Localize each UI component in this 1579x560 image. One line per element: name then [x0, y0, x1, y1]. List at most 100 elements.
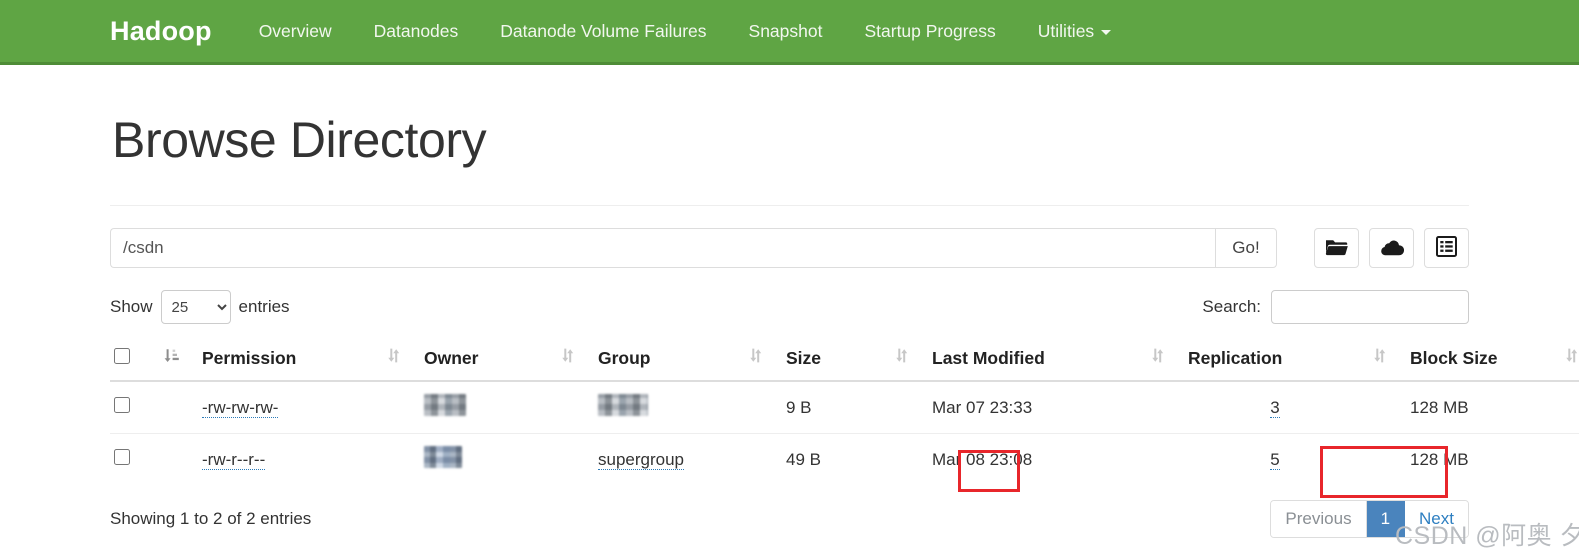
- header-replication[interactable]: Replication: [1184, 338, 1366, 382]
- row-spacer-cell: [554, 433, 594, 485]
- files-table-body: -rw-rw-rw- 9 B Mar 07 23:33 3 128 MB -rw…: [110, 380, 1579, 485]
- upload-files-button[interactable]: [1369, 228, 1414, 268]
- block-size-cell: 128 MB: [1406, 380, 1558, 434]
- sort-group-icon-cell[interactable]: [554, 338, 594, 382]
- row-select-cell: [110, 380, 158, 434]
- sort-owner-icon-cell[interactable]: [380, 338, 420, 382]
- folder-open-icon: [1325, 237, 1349, 260]
- files-table: Permission Owner Group Size Last Modifie…: [110, 338, 1579, 485]
- header-block-size[interactable]: Block Size: [1406, 338, 1558, 382]
- nav-utilities[interactable]: Utilities: [1017, 21, 1132, 42]
- header-permission[interactable]: Permission: [198, 338, 380, 382]
- group-redacted-block: [598, 394, 648, 416]
- table-controls: Show 25 entries Search:: [110, 290, 1469, 324]
- sort-both-icon[interactable]: [746, 347, 764, 369]
- pagination-next[interactable]: Next: [1405, 501, 1468, 537]
- permission-cell: -rw-r--r--: [198, 433, 380, 485]
- table-row[interactable]: -rw-r--r-- supergroup 49 B Mar 08 23:08 …: [110, 433, 1579, 485]
- permission-value[interactable]: -rw-r--r--: [202, 449, 266, 470]
- table-footer: Showing 1 to 2 of 2 entries Previous 1 N…: [110, 500, 1469, 538]
- group-cell: [594, 380, 742, 434]
- row-spacer-cell: [1144, 380, 1184, 434]
- cloud-upload-icon: [1380, 237, 1404, 260]
- create-directory-button[interactable]: [1314, 228, 1359, 268]
- group-cell: supergroup: [594, 433, 742, 485]
- search-input[interactable]: [1271, 290, 1469, 324]
- search-label: Search:: [1202, 297, 1261, 316]
- cut-paste-button[interactable]: [1424, 228, 1469, 268]
- nav-datanodes[interactable]: Datanodes: [353, 21, 480, 42]
- entries-label: entries: [238, 297, 290, 316]
- path-toolbar: Go!: [110, 228, 1469, 268]
- top-navbar: Hadoop Overview Datanodes Datanode Volum…: [0, 0, 1579, 65]
- table-row[interactable]: -rw-rw-rw- 9 B Mar 07 23:33 3 128 MB: [110, 380, 1579, 434]
- row-spacer-cell: [888, 433, 928, 485]
- path-action-buttons: [1314, 228, 1469, 268]
- row-spacer-cell: [1144, 433, 1184, 485]
- table-header-row: Permission Owner Group Size Last Modifie…: [110, 338, 1579, 382]
- block-size-cell: 128 MB: [1406, 433, 1558, 485]
- row-spacer-cell: [742, 380, 782, 434]
- row-spacer-cell: [1366, 433, 1406, 485]
- row-checkbox[interactable]: [114, 449, 130, 465]
- sort-both-icon[interactable]: [558, 347, 576, 369]
- select-all-checkbox[interactable]: [114, 347, 130, 364]
- owner-redacted-block: [424, 394, 466, 416]
- page-length-control: Show 25 entries: [110, 290, 290, 324]
- row-spacer-cell: [158, 433, 198, 485]
- replication-value[interactable]: 5: [1270, 449, 1280, 470]
- sort-name-icon-cell[interactable]: [1558, 338, 1579, 382]
- header-group[interactable]: Group: [594, 338, 742, 382]
- nav-snapshot[interactable]: Snapshot: [728, 21, 844, 42]
- row-spacer-cell: [1366, 380, 1406, 434]
- directory-path-input[interactable]: [110, 228, 1215, 268]
- sort-size-icon-cell[interactable]: [742, 338, 782, 382]
- search-control: Search:: [1202, 290, 1469, 324]
- header-size[interactable]: Size: [782, 338, 888, 382]
- page-container: Browse Directory Go!: [0, 113, 1579, 538]
- group-value[interactable]: supergroup: [598, 449, 685, 470]
- brand-hadoop[interactable]: Hadoop: [110, 16, 212, 47]
- chevron-down-icon: [1101, 30, 1112, 35]
- entries-info: Showing 1 to 2 of 2 entries: [110, 509, 312, 528]
- replication-cell: 3: [1184, 380, 1366, 434]
- select-all-header: [110, 338, 158, 382]
- header-last-modified[interactable]: Last Modified: [928, 338, 1144, 382]
- row-spacer-cell: [742, 433, 782, 485]
- row-spacer-cell: [380, 433, 420, 485]
- sort-both-icon[interactable]: [384, 347, 402, 369]
- sort-both-icon[interactable]: [1148, 347, 1166, 369]
- nav-overview[interactable]: Overview: [238, 21, 353, 42]
- sort-both-icon[interactable]: [1562, 347, 1579, 369]
- row-spacer-cell: [1558, 433, 1579, 485]
- replication-value[interactable]: 3: [1270, 397, 1280, 418]
- nav-links: Overview Datanodes Datanode Volume Failu…: [238, 21, 1133, 42]
- show-label: Show: [110, 297, 153, 316]
- title-divider: [110, 205, 1469, 206]
- nav-utilities-label: Utilities: [1037, 20, 1095, 41]
- owner-cell: [420, 433, 554, 485]
- permission-cell: -rw-rw-rw-: [198, 380, 380, 434]
- row-spacer-cell: [158, 380, 198, 434]
- row-spacer-cell: [380, 380, 420, 434]
- sort-asc-active-icon[interactable]: [162, 347, 180, 369]
- sort-block-size-icon-cell[interactable]: [1366, 338, 1406, 382]
- go-button[interactable]: Go!: [1215, 228, 1277, 268]
- list-board-icon: [1436, 236, 1457, 260]
- owner-redacted-block: [424, 446, 462, 468]
- row-spacer-cell: [554, 380, 594, 434]
- sort-permission-icon-cell[interactable]: [158, 338, 198, 382]
- page-length-select[interactable]: 25: [160, 290, 231, 324]
- pagination-previous[interactable]: Previous: [1271, 501, 1367, 537]
- row-spacer-cell: [888, 380, 928, 434]
- pagination-page-1[interactable]: 1: [1366, 501, 1406, 537]
- header-owner[interactable]: Owner: [420, 338, 554, 382]
- sort-both-icon[interactable]: [892, 347, 910, 369]
- permission-value[interactable]: -rw-rw-rw-: [202, 397, 279, 418]
- sort-last-modified-icon-cell[interactable]: [888, 338, 928, 382]
- sort-replication-icon-cell[interactable]: [1144, 338, 1184, 382]
- nav-startup-progress[interactable]: Startup Progress: [843, 21, 1016, 42]
- sort-both-icon[interactable]: [1370, 347, 1388, 369]
- nav-datanode-volume-failures[interactable]: Datanode Volume Failures: [479, 21, 727, 42]
- row-checkbox[interactable]: [114, 397, 130, 413]
